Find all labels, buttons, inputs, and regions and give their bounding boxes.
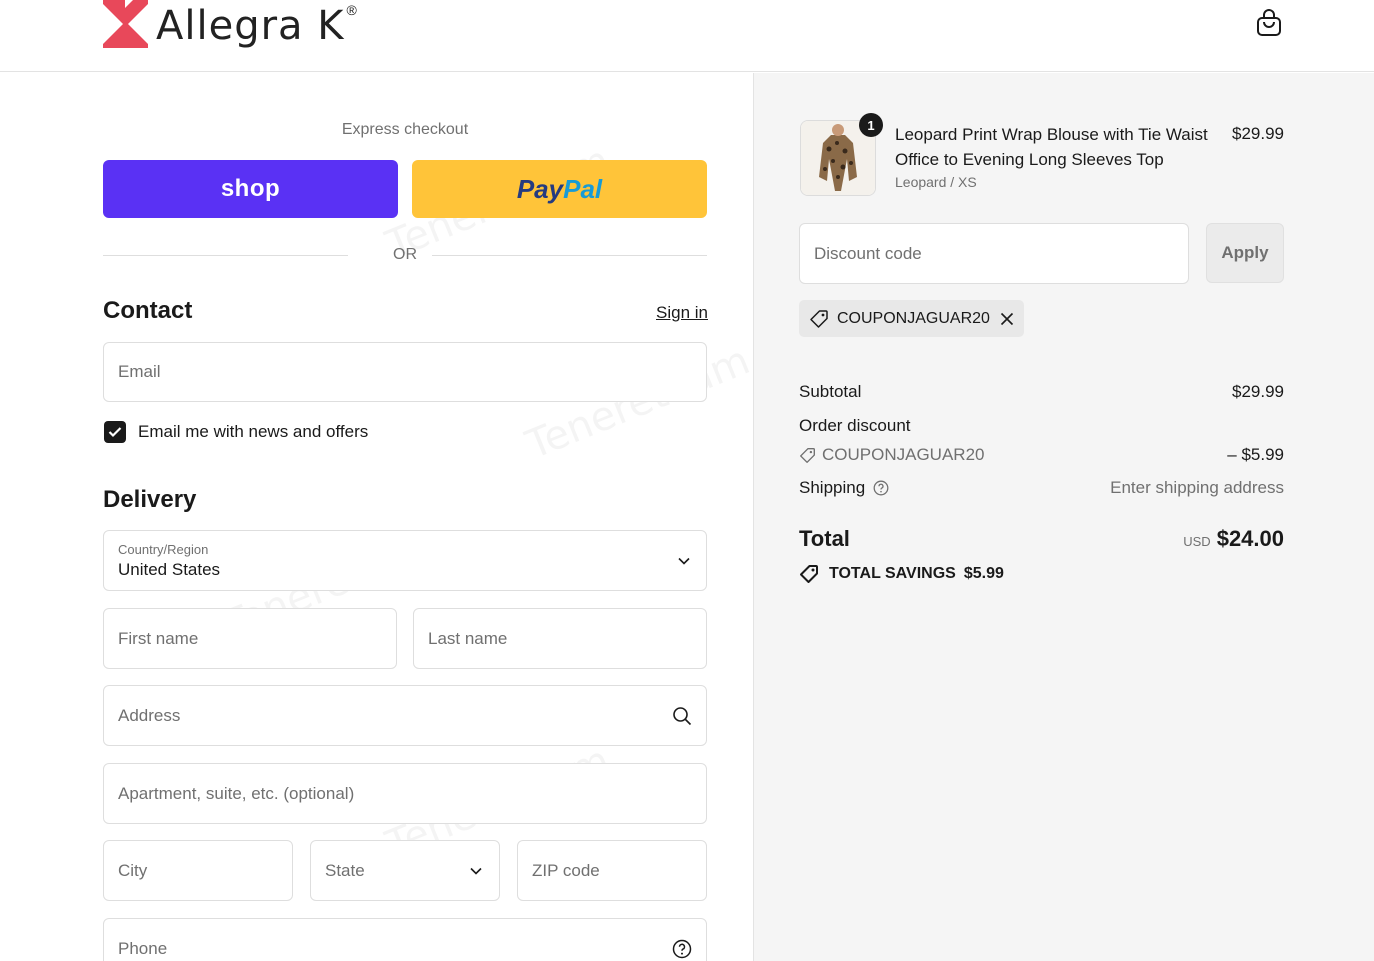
- paypal-label-pal: Pal: [563, 173, 603, 204]
- newsletter-checkbox[interactable]: [104, 421, 126, 443]
- first-name-placeholder: First name: [118, 628, 199, 648]
- chevron-down-icon: [678, 557, 690, 565]
- product-title: Leopard Print Wrap Blouse with Tie Waist…: [895, 125, 1208, 169]
- subtotal-row: Subtotal $29.99: [799, 382, 1284, 402]
- shipping-row: Shipping Enter shipping address: [799, 478, 1284, 498]
- total-currency: USD: [1183, 534, 1211, 549]
- order-discount-row: Order discount: [799, 416, 1284, 436]
- applied-coupon-tag: COUPONJAGUAR20: [799, 300, 1024, 337]
- delivery-title: Delivery: [103, 486, 197, 513]
- brand-logo[interactable]: Allegra K ®: [103, 0, 357, 48]
- registered-mark: ®: [346, 2, 357, 18]
- shipping-value: Enter shipping address: [1110, 478, 1284, 497]
- product-variant: Leopard / XS: [895, 174, 977, 190]
- apply-discount-button[interactable]: Apply: [1206, 223, 1284, 283]
- country-label: Country/Region: [118, 542, 209, 557]
- state-placeholder: State: [325, 860, 365, 880]
- country-select[interactable]: Country/Region United States: [103, 530, 707, 591]
- or-label: OR: [393, 246, 417, 263]
- product-price: $29.99: [1232, 124, 1284, 143]
- help-circle-icon[interactable]: [672, 939, 692, 959]
- city-field[interactable]: City: [103, 840, 293, 901]
- quantity-badge: 1: [859, 113, 883, 137]
- phone-placeholder: Phone: [118, 939, 168, 958]
- order-summary-panel: [753, 73, 1374, 961]
- address-field[interactable]: Address: [103, 685, 707, 746]
- country-value: United States: [118, 560, 221, 579]
- savings-value: $5.99: [963, 565, 1004, 582]
- contact-title: Contact: [103, 297, 193, 324]
- subtotal-value: $29.99: [1232, 382, 1284, 401]
- checkmark-icon: [108, 427, 122, 438]
- discount-value: – $5.99: [1227, 445, 1284, 464]
- total-amount: $24.00: [1216, 526, 1284, 551]
- divider-line: [103, 255, 348, 256]
- subtotal-label: Subtotal: [799, 382, 862, 401]
- total-label: Total: [799, 526, 850, 551]
- discount-code-label: COUPONJAGUAR20: [822, 445, 985, 464]
- express-checkout-label: Express checkout: [341, 121, 469, 138]
- apply-label: Apply: [1221, 243, 1269, 262]
- help-circle-icon[interactable]: [873, 480, 889, 496]
- close-icon: [1000, 312, 1013, 325]
- last-name-placeholder: Last name: [428, 628, 508, 648]
- first-name-field[interactable]: First name: [103, 608, 397, 669]
- brand-name: Allegra K: [156, 3, 345, 49]
- tag-icon: [800, 447, 815, 463]
- last-name-field[interactable]: Last name: [413, 608, 707, 669]
- apartment-field[interactable]: Apartment, suite, etc. (optional): [103, 763, 707, 824]
- search-icon: [673, 706, 692, 725]
- discount-code-field[interactable]: Discount code: [799, 223, 1189, 284]
- applied-coupon-code: COUPONJAGUAR20: [837, 309, 990, 327]
- site-header: Allegra K ®: [0, 0, 1374, 72]
- city-placeholder: City: [118, 860, 148, 880]
- email-placeholder: Email: [118, 362, 161, 381]
- tag-icon: [800, 565, 818, 583]
- state-select[interactable]: State: [310, 840, 500, 901]
- zip-code-placeholder: ZIP code: [532, 860, 600, 880]
- tag-icon: [810, 309, 828, 328]
- savings-label: TOTAL SAVINGS: [829, 565, 956, 582]
- total-savings: TOTAL SAVINGS $5.99: [799, 564, 1004, 584]
- phone-field[interactable]: Phone: [103, 918, 707, 961]
- shop-pay-label: shop: [220, 175, 281, 202]
- shop-pay-button[interactable]: shop: [103, 160, 398, 218]
- zip-code-field[interactable]: ZIP code: [517, 840, 707, 901]
- newsletter-option[interactable]: Email me with news and offers: [104, 421, 368, 443]
- discount-code-placeholder: Discount code: [814, 243, 922, 263]
- or-divider: OR: [103, 245, 707, 265]
- discount-code-row: COUPONJAGUAR20 – $5.99: [799, 445, 1284, 469]
- brand-logo-mark: [103, 0, 148, 48]
- shipping-label: Shipping: [799, 478, 866, 497]
- email-field[interactable]: Email: [103, 342, 707, 402]
- apartment-placeholder: Apartment, suite, etc. (optional): [118, 783, 355, 803]
- shopping-bag-icon[interactable]: [1256, 9, 1282, 37]
- paypal-label-pay: Pay: [516, 173, 564, 204]
- remove-coupon-button[interactable]: [1000, 312, 1014, 326]
- sign-in-link[interactable]: Sign in: [656, 303, 708, 323]
- newsletter-label: Email me with news and offers: [138, 422, 369, 441]
- address-placeholder: Address: [118, 705, 181, 725]
- paypal-button[interactable]: Pay Pal: [412, 160, 707, 218]
- divider-line: [432, 255, 707, 256]
- chevron-down-icon: [470, 867, 482, 875]
- order-discount-label: Order discount: [799, 416, 911, 435]
- total-value-group: USD $24.00: [1100, 526, 1284, 552]
